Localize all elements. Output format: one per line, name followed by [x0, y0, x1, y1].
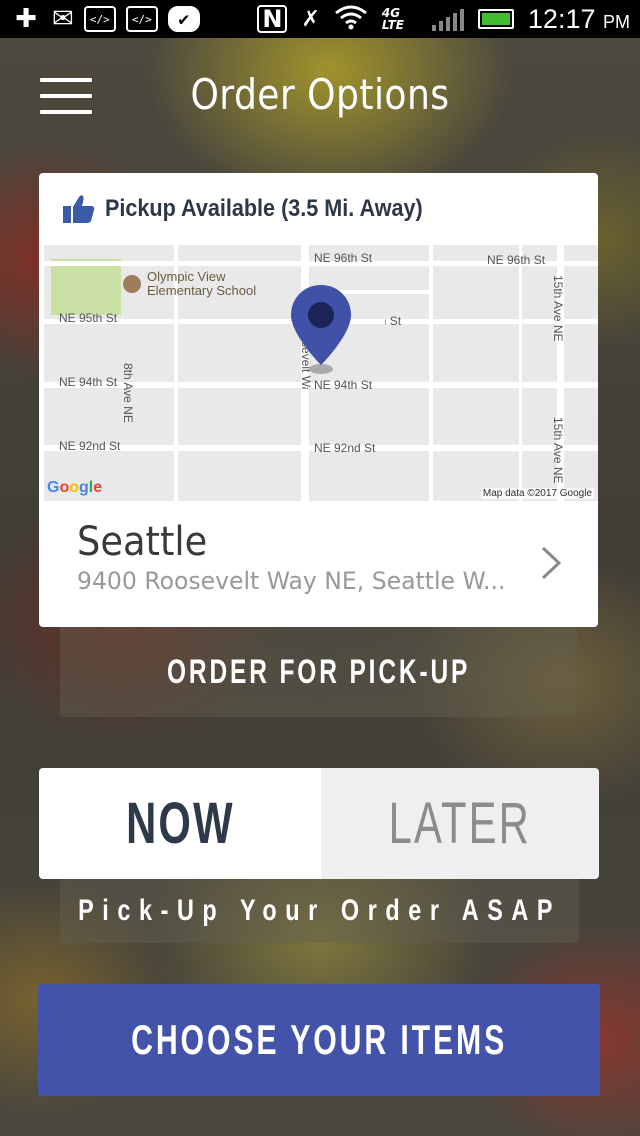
- park-area: [51, 259, 121, 315]
- location-name: Seattle: [77, 519, 208, 565]
- google-logo: Google: [47, 479, 103, 496]
- pickup-availability-label: Pickup Available (3.5 Mi. Away): [105, 195, 423, 222]
- pickup-timing-info: Pick-Up Your Order ASAP: [60, 879, 579, 943]
- pickup-availability: Pickup Available (3.5 Mi. Away): [39, 173, 598, 245]
- location-selector[interactable]: Seattle 9400 Roosevelt Way NE, Seattle W…: [39, 501, 598, 627]
- header: Order Options: [0, 38, 640, 158]
- order-for-pickup-label: ORDER FOR PICK-UP: [166, 652, 471, 691]
- now-tab[interactable]: NOW: [39, 768, 321, 879]
- street-label: NE 96th St: [314, 251, 373, 265]
- map-attribution: Map data ©2017 Google: [480, 488, 594, 499]
- choose-your-items-button[interactable]: CHOOSE YOUR ITEMS: [38, 984, 600, 1096]
- place-label: Olympic View Elementary School: [147, 269, 257, 298]
- school-icon: [123, 275, 141, 293]
- nfc-icon: N: [257, 5, 288, 33]
- timing-toggle: NOW LATER: [39, 768, 599, 879]
- wifi-icon: [334, 4, 368, 34]
- signal-icon: [431, 7, 464, 31]
- map[interactable]: NE 96th St NE 96th St NE 95th St NE 95th…: [39, 245, 598, 501]
- battery-icon: [477, 9, 514, 29]
- street-label: NE 92nd St: [314, 441, 376, 455]
- street-label: 8th Ave NE: [121, 363, 135, 423]
- asap-label: Pick-Up Your Order ASAP: [78, 894, 561, 927]
- add-icon: ✚: [15, 4, 37, 34]
- location-card: Pickup Available (3.5 Mi. Away) NE 96th …: [39, 173, 598, 627]
- thumbs-up-icon: [63, 195, 95, 223]
- street-label: NE 94th St: [59, 375, 118, 389]
- mute-icon: ✗: [301, 6, 320, 32]
- street-label: 15th Ave NE: [551, 417, 565, 484]
- chevron-right-icon: [541, 546, 562, 580]
- street-label: NE 96th St: [487, 253, 546, 267]
- checkmark-icon: ✔: [167, 6, 200, 32]
- order-for-pickup-button[interactable]: ORDER FOR PICK-UP: [60, 627, 577, 717]
- street-label: 15th Ave NE: [551, 275, 565, 342]
- clock: 12:17 PM: [527, 3, 630, 34]
- later-tab[interactable]: LATER: [321, 768, 599, 879]
- street-label: NE 94th St: [314, 378, 373, 392]
- code-icon: </>: [83, 6, 116, 32]
- code-icon: </>: [125, 6, 158, 32]
- street-label: NE 95th St: [59, 311, 118, 325]
- page-title: Order Options: [190, 70, 450, 119]
- mail-icon: ✉: [52, 4, 74, 34]
- status-bar: ✚ ✉ </> </> ✔ N ✗ 4G LTE 12:17 PM: [0, 0, 640, 38]
- location-pin-icon: [291, 285, 351, 374]
- location-address: 9400 Roosevelt Way NE, Seattle W...: [77, 567, 506, 595]
- choose-your-items-label: CHOOSE YOUR ITEMS: [130, 1016, 508, 1063]
- street-label: NE 92nd St: [59, 439, 121, 453]
- network-type: 4G LTE: [381, 6, 404, 32]
